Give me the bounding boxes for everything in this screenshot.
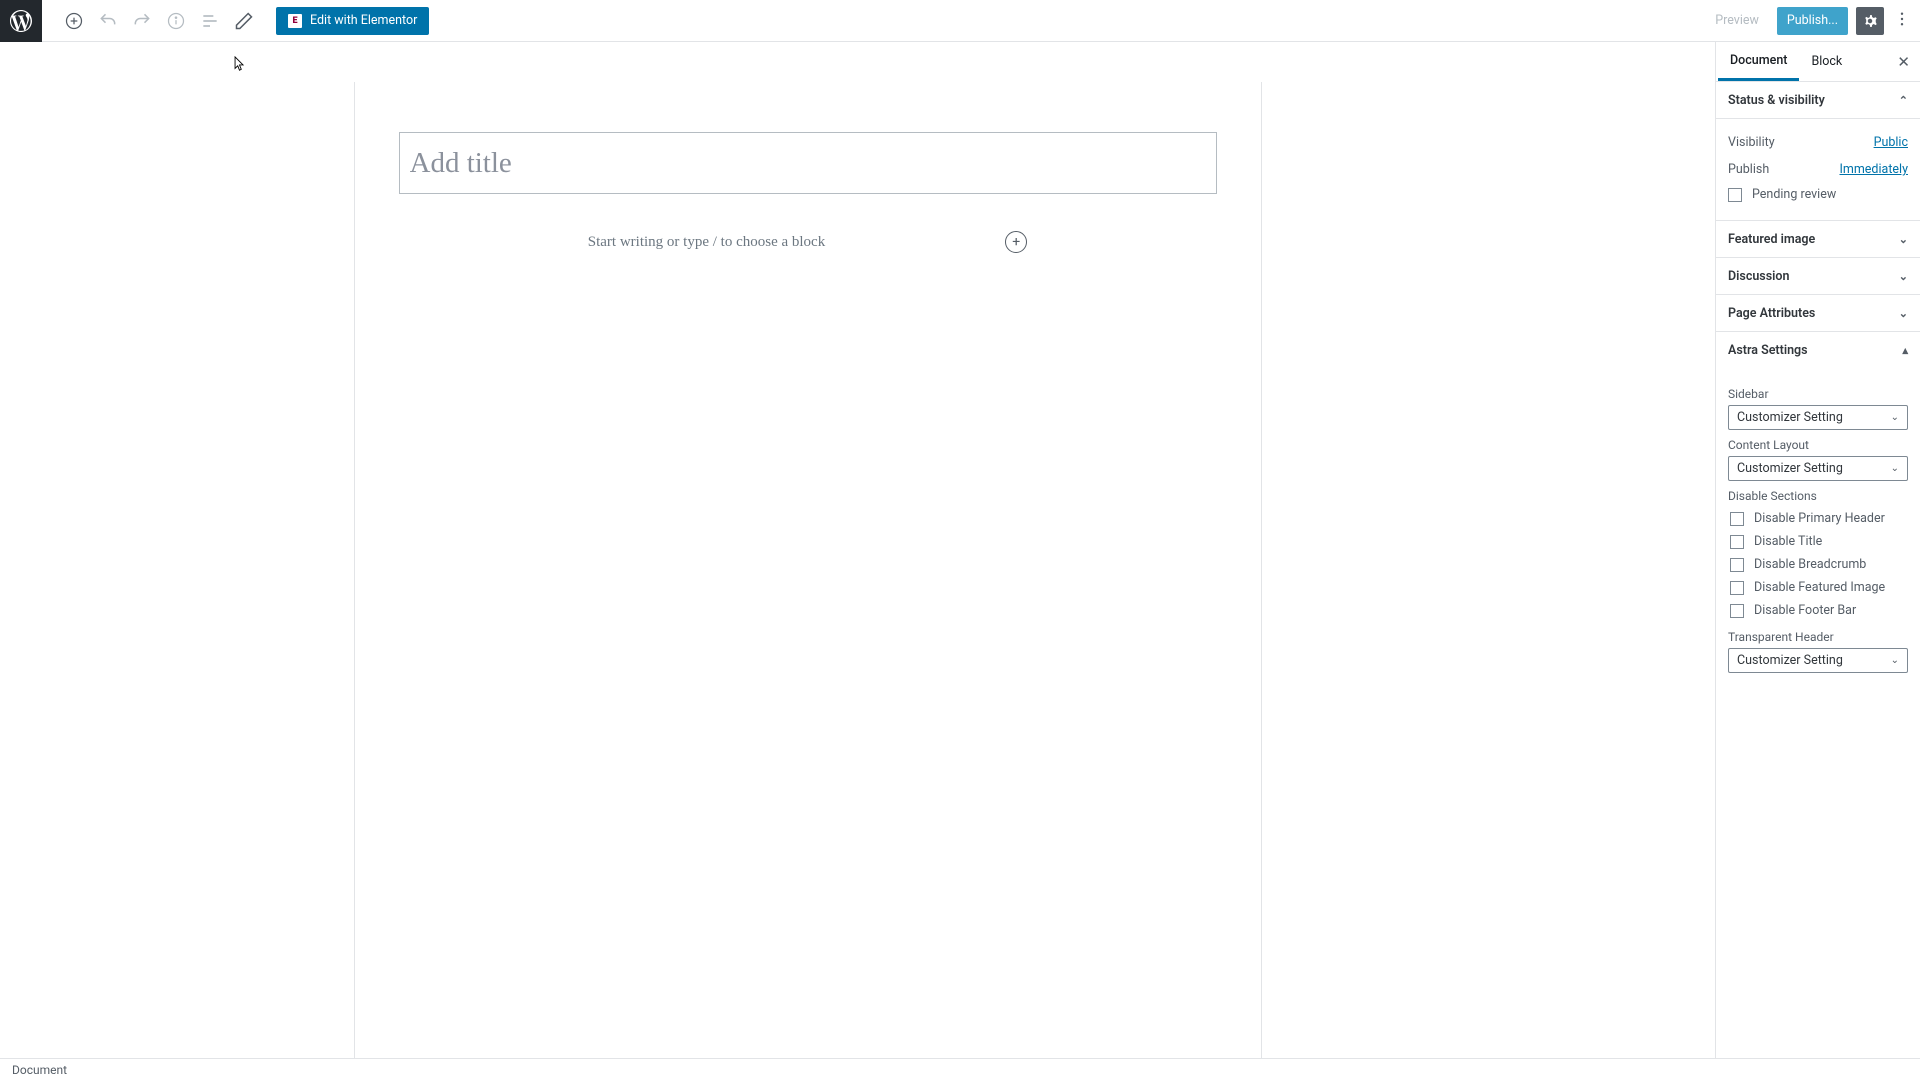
breadcrumb[interactable]: Document <box>12 1063 67 1077</box>
cursor-icon <box>234 56 245 72</box>
disable-title-checkbox[interactable] <box>1730 535 1744 549</box>
checkbox-label: Disable Footer Bar <box>1754 603 1856 618</box>
toolbar-left: E Edit with Elementor <box>42 7 429 35</box>
content-layout-value: Customizer Setting <box>1737 461 1843 476</box>
title-input[interactable] <box>410 147 1206 180</box>
chevron-up-icon: ⌃ <box>1899 94 1908 107</box>
panel-discussion[interactable]: Discussion ⌄ <box>1716 258 1920 295</box>
main-area: Start writing or type / to choose a bloc… <box>0 42 1920 1058</box>
panel-page-attributes[interactable]: Page Attributes ⌄ <box>1716 295 1920 332</box>
panel-title: Astra Settings <box>1728 343 1808 358</box>
panel-title: Discussion <box>1728 269 1789 284</box>
settings-sidebar: Document Block ✕ Status & visibility ⌃ V… <box>1715 42 1920 1058</box>
edit-button[interactable] <box>230 7 258 35</box>
sidebar-select-label: Sidebar <box>1728 387 1908 401</box>
disable-title-row[interactable]: Disable Title <box>1730 530 1908 553</box>
visibility-row: Visibility Public <box>1728 129 1908 156</box>
disable-featured-image-checkbox[interactable] <box>1730 581 1744 595</box>
checkbox-label: Disable Featured Image <box>1754 580 1885 595</box>
panel-astra-body: Sidebar Customizer Setting ⌄ Content Lay… <box>1716 369 1920 687</box>
disable-sections-label: Disable Sections <box>1728 489 1908 503</box>
checkbox-label: Disable Title <box>1754 534 1822 549</box>
edit-with-elementor-button[interactable]: E Edit with Elementor <box>276 7 429 35</box>
add-block-inline-button[interactable]: + <box>1005 231 1027 253</box>
visibility-label: Visibility <box>1728 135 1775 150</box>
elementor-icon: E <box>288 14 302 28</box>
disable-footer-bar-checkbox[interactable] <box>1730 604 1744 618</box>
undo-button[interactable] <box>94 7 122 35</box>
more-menu-button[interactable] <box>1892 7 1912 35</box>
sidebar-tabs: Document Block ✕ <box>1716 42 1920 82</box>
transparent-header-select[interactable]: Customizer Setting ⌄ <box>1728 648 1908 673</box>
disable-breadcrumb-row[interactable]: Disable Breadcrumb <box>1730 553 1908 576</box>
top-toolbar: E Edit with Elementor Preview Publish... <box>0 0 1920 42</box>
add-block-button[interactable] <box>60 7 88 35</box>
panel-status-body: Visibility Public Publish Immediately Pe… <box>1716 119 1920 221</box>
panel-astra-settings[interactable]: Astra Settings ▴ <box>1716 332 1920 369</box>
publish-button[interactable]: Publish... <box>1777 7 1848 35</box>
editor-canvas: Start writing or type / to choose a bloc… <box>354 82 1262 1058</box>
panel-status-visibility[interactable]: Status & visibility ⌃ <box>1716 82 1920 119</box>
chevron-down-icon: ⌄ <box>1899 307 1908 320</box>
title-block[interactable] <box>399 132 1217 194</box>
chevron-down-icon: ⌄ <box>1899 270 1908 283</box>
body-block[interactable]: Start writing or type / to choose a bloc… <box>399 231 1217 253</box>
chevron-down-icon: ⌄ <box>1891 412 1899 423</box>
disable-breadcrumb-checkbox[interactable] <box>1730 558 1744 572</box>
panel-title: Page Attributes <box>1728 306 1815 321</box>
pending-review-row[interactable]: Pending review <box>1728 183 1908 206</box>
preview-button[interactable]: Preview <box>1705 7 1769 34</box>
settings-button[interactable] <box>1856 7 1884 35</box>
visibility-value[interactable]: Public <box>1874 135 1908 150</box>
checkbox-label: Disable Primary Header <box>1754 511 1885 526</box>
info-button[interactable] <box>162 7 190 35</box>
editor-column: Start writing or type / to choose a bloc… <box>0 42 1715 1058</box>
transparent-header-value: Customizer Setting <box>1737 653 1843 668</box>
disable-primary-header-row[interactable]: Disable Primary Header <box>1730 507 1908 530</box>
publish-row: Publish Immediately <box>1728 156 1908 183</box>
chevron-down-icon: ⌄ <box>1891 655 1899 666</box>
panel-title: Featured image <box>1728 232 1815 247</box>
pending-review-label: Pending review <box>1752 187 1836 202</box>
redo-button[interactable] <box>128 7 156 35</box>
chevron-down-icon: ⌄ <box>1891 463 1899 474</box>
disable-featured-image-row[interactable]: Disable Featured Image <box>1730 576 1908 599</box>
content-layout-select[interactable]: Customizer Setting ⌄ <box>1728 456 1908 481</box>
pending-review-checkbox[interactable] <box>1728 188 1742 202</box>
close-sidebar-button[interactable]: ✕ <box>1897 53 1910 71</box>
panel-featured-image[interactable]: Featured image ⌄ <box>1716 221 1920 258</box>
toolbar-right: Preview Publish... <box>1705 7 1920 35</box>
sidebar-select-value: Customizer Setting <box>1737 410 1843 425</box>
wordpress-logo[interactable] <box>0 0 42 42</box>
panel-title: Status & visibility <box>1728 93 1825 108</box>
content-layout-label: Content Layout <box>1728 438 1908 452</box>
tab-block[interactable]: Block <box>1799 42 1854 81</box>
sidebar-select[interactable]: Customizer Setting ⌄ <box>1728 405 1908 430</box>
publish-label: Publish <box>1728 162 1769 177</box>
chevron-down-icon: ⌄ <box>1899 233 1908 246</box>
chevron-up-icon: ▴ <box>1902 344 1908 357</box>
bottom-breadcrumb-bar: Document <box>0 1058 1920 1080</box>
disable-primary-header-checkbox[interactable] <box>1730 512 1744 526</box>
tab-document[interactable]: Document <box>1718 42 1799 81</box>
outline-button[interactable] <box>196 7 224 35</box>
body-placeholder: Start writing or type / to choose a bloc… <box>588 234 825 251</box>
elementor-label: Edit with Elementor <box>310 13 417 28</box>
publish-value[interactable]: Immediately <box>1839 162 1908 177</box>
checkbox-label: Disable Breadcrumb <box>1754 557 1866 572</box>
disable-footer-bar-row[interactable]: Disable Footer Bar <box>1730 599 1908 622</box>
transparent-header-label: Transparent Header <box>1728 630 1908 644</box>
